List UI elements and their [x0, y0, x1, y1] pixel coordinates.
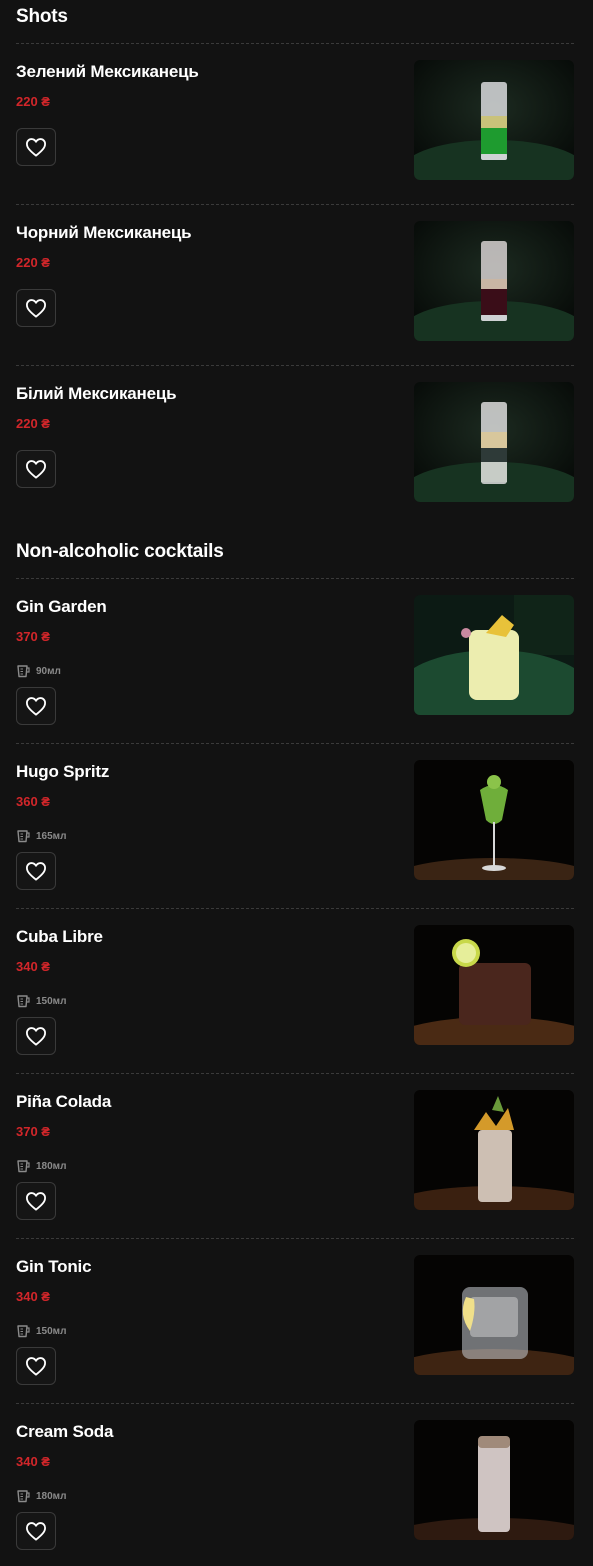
item-volume: 90мл — [16, 664, 61, 678]
menu-item[interactable]: Білий Мексиканець 220 ₴ — [16, 382, 574, 504]
heart-outline-icon — [25, 299, 46, 318]
favorite-button[interactable] — [16, 852, 56, 890]
item-photo — [414, 925, 574, 1045]
favorite-button[interactable] — [16, 128, 56, 166]
section-title-non-alcoholic: Non-alcoholic cocktails — [16, 541, 224, 562]
item-name: Cuba Libre — [16, 927, 103, 946]
item-photo — [414, 760, 574, 880]
measuring-cup-icon — [17, 1325, 30, 1338]
item-price: 370 ₴ — [16, 629, 50, 644]
item-name: Hugo Spritz — [16, 762, 110, 781]
item-price: 340 ₴ — [16, 1289, 50, 1304]
heart-outline-icon — [25, 1027, 46, 1046]
item-price: 370 ₴ — [16, 1124, 50, 1139]
menu-item[interactable]: Piña Colada 370 ₴ 180мл — [16, 1090, 574, 1220]
item-price: 340 ₴ — [16, 1454, 50, 1469]
divider — [16, 204, 574, 205]
heart-outline-icon — [25, 697, 46, 716]
item-name: Білий Мексиканець — [16, 384, 177, 403]
item-name: Gin Garden — [16, 597, 107, 616]
item-price: 340 ₴ — [16, 959, 50, 974]
item-name: Чорний Мексиканець — [16, 223, 192, 242]
favorite-button[interactable] — [16, 687, 56, 725]
item-name: Piña Colada — [16, 1092, 112, 1111]
heart-outline-icon — [25, 1357, 46, 1376]
favorite-button[interactable] — [16, 450, 56, 488]
divider — [16, 578, 574, 579]
item-name: Зелений Мексиканець — [16, 62, 199, 81]
favorite-button[interactable] — [16, 1512, 56, 1550]
item-price: 220 ₴ — [16, 94, 50, 109]
item-photo — [414, 382, 574, 502]
volume-text: 180мл — [36, 1490, 67, 1502]
item-volume: 165мл — [16, 829, 66, 843]
measuring-cup-icon — [17, 1490, 30, 1503]
item-photo — [414, 1255, 574, 1375]
item-photo — [414, 221, 574, 341]
item-volume: 180мл — [16, 1159, 66, 1173]
heart-outline-icon — [25, 862, 46, 881]
item-photo — [414, 60, 574, 180]
section-title-shots: Shots — [16, 6, 68, 27]
item-price: 220 ₴ — [16, 416, 50, 431]
menu-item[interactable]: Gin Garden 370 ₴ 90мл — [16, 595, 574, 725]
item-volume: 180мл — [16, 1489, 66, 1503]
favorite-button[interactable] — [16, 1182, 56, 1220]
menu-page: Shots Зелений Мексиканець 220 ₴ Чорний М… — [0, 0, 593, 1566]
measuring-cup-icon — [17, 665, 30, 678]
divider — [16, 743, 574, 744]
volume-text: 165мл — [36, 830, 67, 842]
favorite-button[interactable] — [16, 1017, 56, 1055]
menu-item[interactable]: Cream Soda 340 ₴ 180мл — [16, 1420, 574, 1550]
divider — [16, 365, 574, 366]
measuring-cup-icon — [17, 995, 30, 1008]
measuring-cup-icon — [17, 830, 30, 843]
menu-item[interactable]: Чорний Мексиканець 220 ₴ — [16, 221, 574, 343]
measuring-cup-icon — [17, 1160, 30, 1173]
divider — [16, 43, 574, 44]
divider — [16, 1238, 574, 1239]
volume-text: 180мл — [36, 1160, 67, 1172]
volume-text: 90мл — [36, 665, 61, 677]
menu-item[interactable]: Зелений Мексиканець 220 ₴ — [16, 60, 574, 182]
item-photo — [414, 1420, 574, 1540]
item-name: Gin Tonic — [16, 1257, 92, 1276]
favorite-button[interactable] — [16, 1347, 56, 1385]
divider — [16, 908, 574, 909]
item-photo — [414, 1090, 574, 1210]
item-photo — [414, 595, 574, 715]
divider — [16, 1403, 574, 1404]
volume-text: 150мл — [36, 995, 67, 1007]
menu-item[interactable]: Cuba Libre 340 ₴ 150мл — [16, 925, 574, 1055]
heart-outline-icon — [25, 460, 46, 479]
divider — [16, 1073, 574, 1074]
item-price: 360 ₴ — [16, 794, 50, 809]
menu-item[interactable]: Gin Tonic 340 ₴ 150мл — [16, 1255, 574, 1385]
volume-text: 150мл — [36, 1325, 67, 1337]
item-volume: 150мл — [16, 994, 66, 1008]
item-volume: 150мл — [16, 1324, 66, 1338]
menu-item[interactable]: Hugo Spritz 360 ₴ 165мл — [16, 760, 574, 890]
item-price: 220 ₴ — [16, 255, 50, 270]
heart-outline-icon — [25, 1522, 46, 1541]
item-name: Cream Soda — [16, 1422, 114, 1441]
heart-outline-icon — [25, 1192, 46, 1211]
favorite-button[interactable] — [16, 289, 56, 327]
heart-outline-icon — [25, 138, 46, 157]
